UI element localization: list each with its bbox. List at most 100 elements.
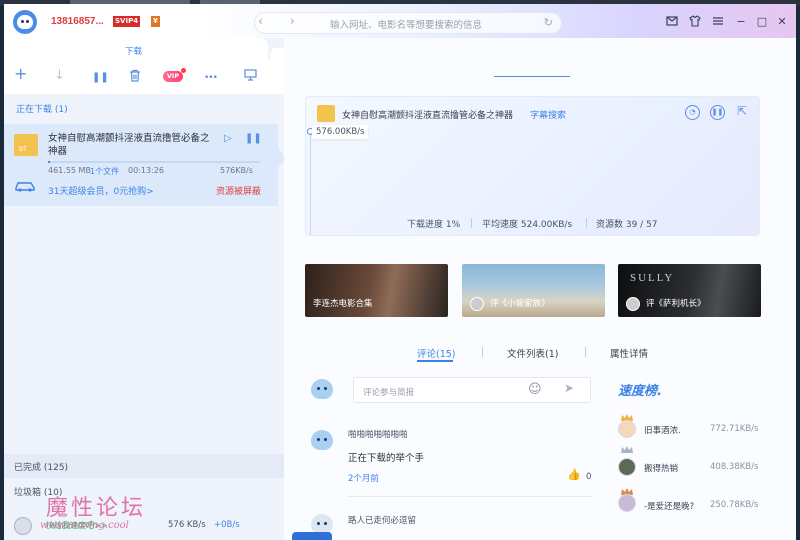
pause-icon[interactable]: ❚❚ bbox=[710, 105, 725, 120]
back-arrow-icon[interactable]: ‹ bbox=[258, 14, 263, 28]
avatar[interactable] bbox=[618, 458, 636, 476]
add-task-button[interactable]: + bbox=[14, 66, 27, 82]
title-bar: 13816857... SVIP4 ¥ 输入网址、电影名等想要搜索的信息 ↻ ‹… bbox=[4, 4, 796, 38]
subtitle-search-link[interactable]: 字幕搜索 bbox=[530, 108, 566, 121]
avatar bbox=[470, 297, 484, 311]
speed-mode-icon[interactable]: ◔ bbox=[685, 105, 700, 120]
app-window: 13816857... SVIP4 ¥ 输入网址、电影名等想要搜索的信息 ↻ ‹… bbox=[4, 4, 796, 540]
rank-speed: 408.38KB/s bbox=[710, 462, 759, 472]
send-icon[interactable]: ➤ bbox=[564, 381, 574, 395]
forum-watermark: 魔性论坛 bbox=[46, 496, 147, 521]
taskbar-indicator bbox=[292, 532, 332, 540]
card-label: 李连杰电影合集 bbox=[313, 299, 373, 309]
comment-text: 正在下载的举个手 bbox=[348, 453, 425, 464]
completed-section[interactable]: 已完成 (125) bbox=[4, 454, 284, 478]
task-progress-bar bbox=[48, 161, 260, 163]
notification-dot bbox=[181, 68, 186, 73]
comment-input[interactable]: 评论参与简报 ☺ bbox=[353, 377, 591, 403]
bt-file-icon bbox=[317, 105, 335, 122]
menu-icon[interactable] bbox=[711, 15, 725, 30]
tab-file-list[interactable]: 文件列表(1) bbox=[507, 346, 558, 360]
start-button[interactable]: ↓ bbox=[54, 69, 65, 83]
username[interactable]: 13816857... bbox=[51, 16, 104, 27]
task-remaining-time: 00:13:26 bbox=[128, 166, 164, 175]
more-button[interactable]: ••• bbox=[204, 71, 218, 85]
skin-icon[interactable] bbox=[688, 15, 702, 30]
recommend-card[interactable]: 李连杰电影合集 bbox=[305, 264, 448, 317]
header-underline bbox=[494, 76, 570, 77]
mascot-avatar bbox=[311, 430, 333, 450]
svip-badge[interactable]: SVIP4 bbox=[113, 16, 141, 27]
comment-username[interactable]: 啪啪啪啪啪啪啪 bbox=[348, 428, 408, 440]
comment-placeholder: 评论参与简报 bbox=[363, 388, 415, 398]
divider bbox=[348, 496, 593, 497]
download-toolbar: + ↓ ❚❚ VIP ••• bbox=[4, 60, 284, 94]
comment-username[interactable]: 路人已走何必逗留 bbox=[348, 514, 416, 526]
avatar[interactable] bbox=[618, 420, 636, 438]
maximize-button[interactable]: □ bbox=[755, 15, 769, 28]
downloading-header[interactable]: 正在下载 (1) bbox=[16, 102, 68, 115]
address-placeholder: 输入网址、电影名等想要搜索的信息 bbox=[330, 20, 483, 31]
active-tab-indicator bbox=[417, 360, 453, 362]
average-speed-stat: 平均速度 524.00KB/s bbox=[482, 220, 573, 230]
screen-icon[interactable] bbox=[244, 69, 257, 85]
bt-file-icon: BT bbox=[14, 134, 38, 156]
left-panel: 下载 + ↓ ❚❚ VIP ••• 正在下载 (1) BT 女神自慰高潮颤抖淫液… bbox=[4, 38, 291, 540]
forum-watermark-url: www.moxing.cool bbox=[40, 520, 129, 531]
avatar[interactable] bbox=[618, 494, 636, 512]
like-icon[interactable]: 👍 bbox=[567, 468, 581, 481]
download-progress-stat: 下载进度 1% bbox=[407, 220, 461, 230]
mascot-avatar bbox=[311, 379, 333, 399]
comment-time: 2个月前 bbox=[348, 474, 379, 484]
resource-count-stat: 资源数 39 / 57 bbox=[596, 220, 658, 230]
vip-button[interactable]: VIP bbox=[163, 71, 183, 82]
vip-promo-link[interactable]: 31天超级会员，0元抢购> bbox=[48, 184, 154, 197]
task-file-count[interactable]: 1个文件 bbox=[90, 166, 119, 177]
card-label: 评《小偷家族》 bbox=[490, 299, 550, 309]
close-button[interactable]: ✕ bbox=[775, 15, 789, 28]
detail-tabs: 评论(15) 文件列表(1) 属性详情 bbox=[305, 340, 760, 362]
rank-speed: 772.71KB/s bbox=[710, 424, 759, 434]
recommend-card[interactable]: 评《小偷家族》 bbox=[462, 264, 605, 317]
minimize-button[interactable]: − bbox=[734, 15, 748, 28]
rank-username[interactable]: -是爱还是晚? bbox=[644, 500, 694, 512]
task-title: 女神自慰高潮颤抖淫液直流撸管必备之神器 bbox=[48, 133, 210, 157]
resource-blocked-label: 资源被屏蔽 bbox=[216, 187, 262, 197]
avatar bbox=[626, 297, 640, 311]
avatar[interactable] bbox=[14, 517, 32, 535]
card-label: 评《萨利机长》 bbox=[646, 299, 706, 309]
task-size: 461.55 MB bbox=[48, 166, 91, 175]
pause-all-button[interactable]: ❚❚ bbox=[92, 71, 109, 85]
play-icon[interactable]: ▷ bbox=[224, 133, 232, 144]
task-detail-card: 女神自慰高潮颤抖淫液直流撸管必备之神器 字幕搜索 ◔ ❚❚ ⇱ 576.00KB… bbox=[305, 96, 760, 236]
rank-username[interactable]: 搬得热销 bbox=[644, 462, 678, 474]
forward-arrow-icon[interactable]: › bbox=[290, 14, 295, 28]
yen-badge[interactable]: ¥ bbox=[151, 16, 160, 27]
recommend-card[interactable]: SULLY 评《萨利机长》 bbox=[618, 264, 761, 317]
upload-speed: +0B/s bbox=[214, 520, 240, 530]
refresh-icon[interactable]: ↻ bbox=[544, 16, 553, 29]
rank-speed: 250.78KB/s bbox=[710, 500, 759, 510]
detail-title: 女神自慰高潮颤抖淫液直流撸管必备之神器 bbox=[342, 111, 514, 121]
message-icon[interactable] bbox=[665, 15, 679, 30]
mascot-avatar bbox=[311, 514, 333, 534]
open-folder-icon[interactable]: ⇱ bbox=[737, 104, 747, 118]
rank-username[interactable]: 旧事酒浓. bbox=[644, 424, 681, 436]
tab-comments[interactable]: 评论(15) bbox=[417, 346, 456, 360]
emoji-icon[interactable]: ☺ bbox=[528, 382, 542, 397]
pause-icon[interactable]: ❚❚ bbox=[245, 133, 262, 144]
right-panel: 女神自慰高潮颤抖淫液直流撸管必备之神器 字幕搜索 ◔ ❚❚ ⇱ 576.00KB… bbox=[284, 38, 796, 540]
crown-icon bbox=[621, 446, 633, 453]
address-bar[interactable]: 输入网址、电影名等想要搜索的信息 ↻ bbox=[254, 12, 562, 34]
app-logo-icon[interactable] bbox=[13, 10, 37, 34]
delete-button[interactable] bbox=[129, 69, 141, 86]
speed-ranking-title: 速度榜. bbox=[618, 384, 662, 399]
tab-download[interactable]: 下载 bbox=[4, 38, 268, 60]
tab-download-label: 下载 bbox=[125, 47, 143, 57]
car-icon bbox=[15, 182, 35, 192]
download-speed: 576 KB/s bbox=[168, 520, 206, 530]
tab-properties[interactable]: 属性详情 bbox=[610, 346, 648, 360]
current-speed-label: 576.00KB/s bbox=[312, 125, 369, 139]
download-task-row[interactable]: BT 女神自慰高潮颤抖淫液直流撸管必备之神器 ▷ ❚❚ 461.55 MB 1个… bbox=[4, 124, 278, 206]
task-speed: 576KB/s bbox=[220, 166, 253, 175]
